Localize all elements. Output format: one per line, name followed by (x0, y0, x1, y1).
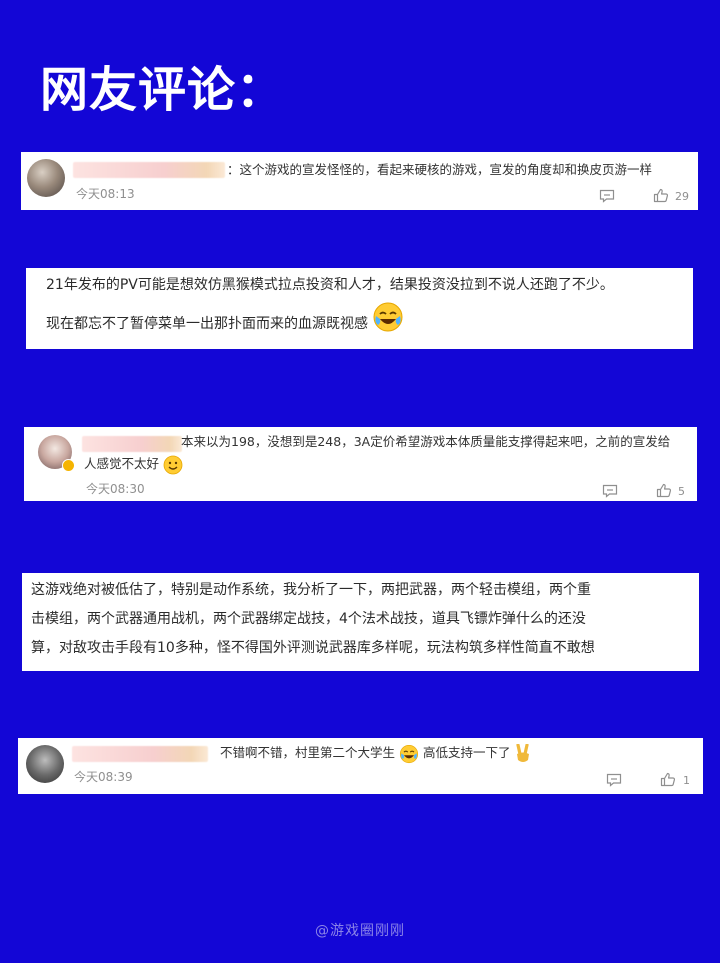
username-redacted[interactable] (82, 436, 182, 452)
comment-line-1: 本来以为198，没想到是248，3A定价希望游戏本体质量能支撑得起来吧，之前的宣… (181, 434, 671, 449)
comment-line-3: 算，对敌攻击手段有10多种，怪不得国外评测说武器库多样呢，玩法构筑多样性简直不敢… (31, 640, 595, 656)
thumbs-up-icon[interactable] (653, 188, 669, 203)
comment-card-4: 这游戏绝对被低估了，特别是动作系统，我分析了一下，两把武器，两个轻击模组，两个重… (22, 573, 699, 671)
comment-text-part-2: 高低支持一下了 (422, 745, 511, 760)
thumbs-up-icon[interactable] (660, 772, 676, 787)
comment-line-2-text: 人感觉不太好 (84, 456, 160, 471)
thumbs-up-icon[interactable] (656, 483, 672, 498)
comment-line-2: 现在都忘不了暂停菜单一出那扑面而来的血源既视感 (46, 302, 404, 339)
username-redacted[interactable] (73, 162, 225, 178)
reply-icon[interactable] (602, 484, 618, 498)
comment-card-1: ：这个游戏的宣发怪怪的，看起来硬核的游戏，宣发的角度却和换皮页游一样 今天08:… (21, 152, 698, 210)
comment-line-2-text: 现在都忘不了暂停菜单一出那扑面而来的血源既视感 (46, 316, 368, 332)
comment-card-2: 21年发布的PV可能是想效仿黑猴模式拉点投资和人才，结果投资没拉到不说人还跑了不… (26, 268, 693, 349)
comment-time: 今天08:30 (86, 482, 145, 496)
comment-line-1: 这游戏绝对被低估了，特别是动作系统，我分析了一下，两把武器，两个轻击模组，两个重 (31, 582, 591, 598)
comment-line-2: 击模组，两个武器通用战机，两个武器绑定战技，4个法术战技，道具飞镖炸弹什么的还没 (31, 611, 586, 627)
like-count: 29 (675, 190, 689, 203)
comment-card-3: 本来以为198，没想到是248，3A定价希望游戏本体质量能支撑得起来吧，之前的宣… (24, 427, 697, 501)
comment-text-part-1: 不错啊不错，村里第二个大学生 (220, 745, 396, 760)
comment-time: 今天08:13 (76, 187, 135, 201)
victory-hand-emoji (516, 743, 530, 762)
watermark: @游戏圈刚刚 (315, 923, 405, 939)
grinning-emoji (163, 455, 183, 474)
username-redacted[interactable] (72, 746, 208, 762)
reply-icon[interactable] (606, 773, 622, 787)
reply-icon[interactable] (599, 189, 615, 203)
comment-line-1: 21年发布的PV可能是想效仿黑猴模式拉点投资和人才，结果投资没拉到不说人还跑了不… (46, 277, 614, 293)
verified-badge (62, 459, 75, 472)
comment-card-5: 不错啊不错，村里第二个大学生 高低支持一下了 今天08:39 1 (18, 738, 703, 794)
like-count: 5 (678, 485, 685, 498)
comment-time: 今天08:39 (74, 770, 133, 784)
comment-text: 不错啊不错，村里第二个大学生 高低支持一下了 (220, 742, 532, 764)
like-count: 1 (683, 774, 690, 787)
avatar[interactable] (26, 745, 64, 783)
comment-text: ：这个游戏的宣发怪怪的，看起来硬核的游戏，宣发的角度却和换皮页游一样 (227, 162, 653, 177)
avatar[interactable] (27, 159, 65, 197)
tears-of-joy-emoji (373, 302, 403, 332)
page-title: 网友评论： (40, 62, 286, 118)
comment-line-2: 人感觉不太好 (84, 453, 183, 475)
tears-of-joy-emoji (399, 744, 419, 763)
